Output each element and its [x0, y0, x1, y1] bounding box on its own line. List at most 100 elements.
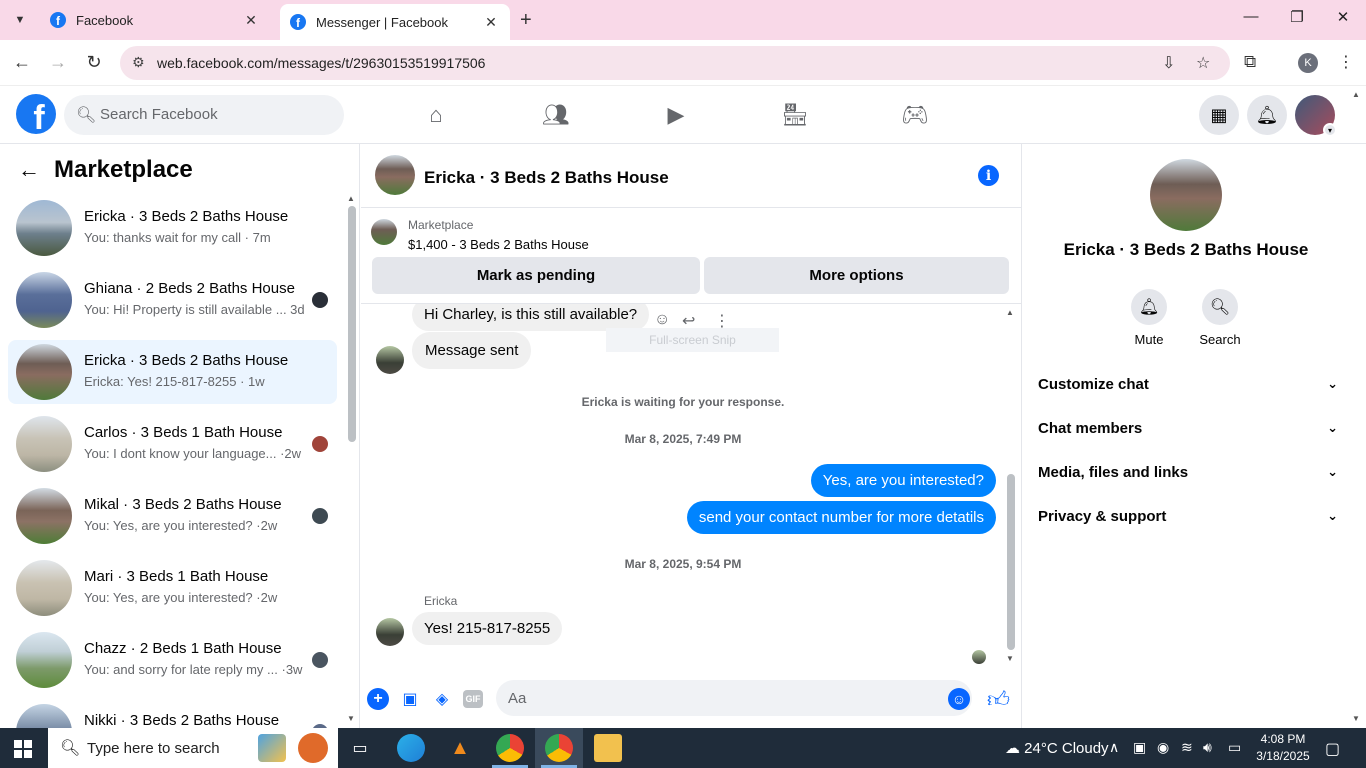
friends-icon[interactable]: 👥︎ — [536, 102, 576, 128]
video-icon[interactable]: ▶ — [656, 102, 696, 128]
browser-profile-avatar[interactable]: K — [1298, 53, 1318, 73]
listing-thumbnail — [16, 200, 72, 256]
customize-chat-section[interactable]: Customize chat ⌄ — [1038, 364, 1338, 404]
install-app-icon[interactable]: ⇩ — [1162, 53, 1175, 73]
minimize-icon[interactable]: — — [1228, 8, 1274, 25]
conversation-item[interactable]: Ghiana · 2 Beds 2 Baths House You: Hi! P… — [8, 268, 337, 332]
more-options-button[interactable]: More options — [704, 257, 1009, 294]
conversation-item[interactable]: Ericka · 3 Beds 2 Baths House You: thank… — [8, 196, 337, 260]
bookmark-star-icon[interactable]: ☆ — [1196, 53, 1210, 73]
profile-name: Ericka · 3 Beds 2 Baths House — [1063, 240, 1309, 259]
volume-icon[interactable]: 🔊︎ — [1203, 739, 1212, 756]
conversation-name: Ghiana · 2 Beds 2 Baths House — [84, 280, 295, 297]
battery-icon[interactable]: ▭ — [1228, 739, 1241, 756]
camera-icon[interactable]: ◉ — [1157, 739, 1169, 756]
edge-icon[interactable] — [397, 734, 425, 762]
system-clock[interactable]: 4:08 PM 3/18/2025 — [1253, 731, 1313, 765]
file-explorer-icon[interactable] — [594, 734, 622, 762]
conversation-item-selected[interactable]: Ericka · 3 Beds 2 Baths House Ericka: Ye… — [8, 340, 337, 404]
facebook-header: f 🔍︎ Search Facebook ⌂ 👥︎ ▶ 🏪︎ 🎮︎ ▦ 🔔︎ ▾ — [0, 86, 1366, 144]
browser-menu-icon[interactable]: ⋮ — [1338, 52, 1354, 72]
extensions-icon[interactable]: ⧉ — [1244, 52, 1256, 72]
restore-icon[interactable]: ❐ — [1274, 8, 1320, 26]
search-in-chat-button[interactable]: 🔍︎ Search — [1190, 289, 1250, 347]
vlc-icon[interactable]: ▲ — [446, 734, 474, 762]
privacy-support-section[interactable]: Privacy & support ⌄ — [1038, 496, 1338, 536]
message-input[interactable] — [496, 680, 972, 716]
plus-icon[interactable]: + — [367, 688, 389, 710]
scroll-up-arrow-icon[interactable]: ▲ — [1006, 308, 1014, 317]
conversation-item[interactable]: Mikal · 3 Beds 2 Baths House You: Yes, a… — [8, 484, 337, 548]
mute-button[interactable]: 🔔︎ Mute — [1119, 289, 1179, 347]
sticker-icon[interactable]: ◈ — [431, 688, 453, 710]
back-icon[interactable]: ← — [10, 52, 34, 73]
notifications-center-icon[interactable]: ▢ — [1325, 739, 1340, 759]
mark-as-pending-button[interactable]: Mark as pending — [372, 257, 700, 294]
facebook-logo-icon[interactable]: f — [16, 94, 56, 134]
back-arrow-icon[interactable]: ← — [18, 157, 40, 183]
menu-grid-icon[interactable]: ▦ — [1199, 95, 1239, 135]
emoji-icon[interactable]: ☺ — [948, 688, 970, 710]
scroll-down-arrow-icon[interactable]: ▼ — [1006, 654, 1014, 663]
clock-date: 3/18/2025 — [1256, 749, 1310, 763]
tab-messenger[interactable]: f Messenger | Facebook ✕ — [280, 4, 510, 40]
section-label: Media, files and links — [1038, 463, 1189, 481]
marketplace-icon[interactable]: 🏪︎ — [775, 102, 815, 128]
message-bubble-incoming[interactable]: Yes! 215-817-8255 — [412, 612, 563, 645]
thumbs-up-icon[interactable]: 👍︎ — [987, 686, 1010, 713]
message-bubble-incoming[interactable]: Message sent — [412, 332, 532, 369]
page-scroll-down-icon[interactable]: ▼ — [1352, 714, 1360, 723]
listing-price[interactable]: $1,400 - 3 Beds 2 Baths House — [408, 237, 589, 252]
home-icon[interactable]: ⌂ — [416, 102, 456, 128]
task-view-icon[interactable]: ▭ — [346, 734, 374, 762]
info-icon[interactable]: i — [978, 165, 999, 186]
gif-icon[interactable]: GIF — [463, 690, 483, 708]
chat-scrollbar[interactable] — [1007, 474, 1015, 650]
sidebar-scrollbar[interactable] — [348, 206, 356, 442]
tab-facebook[interactable]: f Facebook ✕ — [40, 4, 270, 36]
chat-avatar[interactable] — [375, 155, 415, 195]
gaming-icon[interactable]: 🎮︎ — [895, 102, 935, 128]
page-scroll-up-icon[interactable]: ▲ — [1352, 90, 1360, 99]
conversation-item[interactable]: Chazz · 2 Beds 1 Bath House You: and sor… — [8, 628, 337, 692]
react-emoji-icon[interactable]: ☺ — [654, 311, 670, 329]
conversation-item[interactable]: Carlos · 3 Beds 1 Bath House You: I dont… — [8, 412, 337, 476]
profile-avatar[interactable] — [1150, 159, 1222, 231]
show-hidden-icons-icon[interactable]: ∧ — [1109, 739, 1119, 756]
bell-icon: 🔔︎ — [1131, 289, 1167, 325]
message-bubble-outgoing[interactable]: send your contact number for more detati… — [686, 501, 996, 534]
conversation-item[interactable]: Mari · 3 Beds 1 Bath House You: Yes, are… — [8, 556, 337, 620]
close-tab-icon[interactable]: ✕ — [482, 14, 500, 31]
photo-icon[interactable]: ▣ — [399, 688, 421, 710]
windows-start-icon[interactable] — [14, 740, 32, 758]
wifi-icon[interactable]: ≋ — [1181, 739, 1193, 756]
snip-tooltip: Full-screen Snip — [606, 328, 779, 352]
facebook-search[interactable]: 🔍︎ Search Facebook — [64, 95, 344, 135]
url-field[interactable]: ⚙ web.facebook.com/messages/t/2963015351… — [120, 46, 1230, 80]
message-bubble-outgoing[interactable]: Yes, are you interested? — [810, 464, 996, 497]
close-tab-icon[interactable]: ✕ — [242, 12, 260, 29]
chat-title[interactable]: Ericka · 3 Beds 2 Baths House — [424, 168, 669, 188]
weather-widget[interactable]: ☁ 24°C Cloudy — [1005, 739, 1109, 757]
tab-list-button[interactable]: ▼ — [8, 9, 32, 31]
conversation-item[interactable]: Nikki · 3 Beds 2 Baths House — [8, 700, 337, 728]
chat-members-section[interactable]: Chat members ⌄ — [1038, 408, 1338, 448]
chrome-profile-h-icon[interactable] — [496, 734, 524, 762]
chrome-profile-k-icon[interactable] — [545, 734, 573, 762]
site-info-icon[interactable]: ⚙ — [132, 54, 145, 71]
media-files-links-section[interactable]: Media, files and links ⌄ — [1038, 452, 1338, 492]
message-bubble-incoming[interactable]: Hi Charley, is this still available? — [412, 304, 650, 331]
scroll-down-arrow-icon[interactable]: ▼ — [347, 714, 355, 723]
forward-icon[interactable]: → — [46, 52, 70, 73]
scroll-up-arrow-icon[interactable]: ▲ — [347, 194, 355, 203]
waiting-note: Ericka is waiting for your response. — [581, 395, 785, 409]
reload-icon[interactable]: ↻ — [82, 52, 106, 73]
close-window-icon[interactable]: ✕ — [1320, 8, 1366, 26]
chevron-down-icon: ⌄ — [1327, 464, 1338, 479]
tray-app-icon[interactable]: ▣ — [1133, 739, 1146, 756]
account-avatar[interactable]: ▾ — [1295, 95, 1337, 137]
taskbar-search[interactable]: 🔍︎ Type here to search — [48, 728, 338, 768]
message-list: Hi Charley, is this still available? ☺ ↩… — [361, 304, 1021, 672]
notifications-bell-icon[interactable]: 🔔︎ — [1247, 95, 1287, 135]
new-tab-button[interactable]: + — [520, 9, 532, 32]
